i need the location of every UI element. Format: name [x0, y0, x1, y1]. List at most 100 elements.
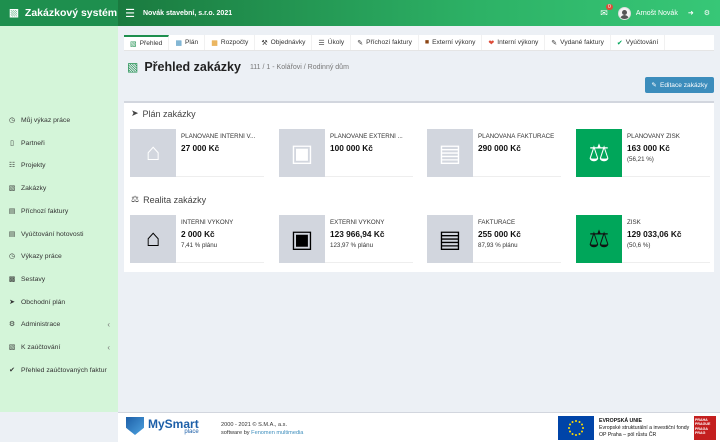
page-subtitle: 111 / 1 - Kolářovi / Rodinný dům	[249, 63, 349, 71]
reality-external-box: ▣ Externí výkony 123 966,94 Kč 123,97 % …	[279, 215, 413, 263]
cube-icon: ▧	[127, 60, 139, 74]
send-icon: ➤	[9, 299, 15, 306]
sidebar-item-business-plan[interactable]: ➤ Obchodní plán	[0, 295, 118, 309]
sidebar-item-label: Výkazy práce	[21, 252, 62, 260]
edit-order-button[interactable]: ✎ Editace zakázky	[645, 77, 714, 93]
sidebar-item-orders[interactable]: ▧ Zakázky	[0, 181, 118, 195]
avatar	[617, 6, 631, 20]
sidebar-item-label: Přehled zaúčtovaných faktur	[21, 366, 107, 374]
software-author-link[interactable]: Fenomen multimedia	[251, 430, 303, 436]
industry-icon: ▣	[279, 215, 325, 263]
tab-label: Vyúčtování	[625, 39, 659, 46]
tab-overview[interactable]: ▧ Přehled	[124, 35, 170, 50]
overview-panel: ➤ Plán zakázky ⌂ Plánované interní v... …	[124, 101, 714, 272]
tab-budgets[interactable]: ▦ Rozpočty	[205, 35, 256, 50]
user-name: Arnošt Novák	[635, 9, 678, 17]
logout-icon[interactable]: ➜	[688, 9, 694, 17]
id-card-icon: ▯	[10, 140, 14, 147]
sidebar-item-reports[interactable]: ▩ Sestavy	[0, 272, 118, 286]
sidebar-item-to-post[interactable]: ▧ K zaúčtování ‹	[0, 340, 118, 354]
plan-external-box: ▣ Plánované externí ... 100 000 Kč	[279, 129, 413, 177]
sidebar-item-work-reports[interactable]: ◷ Výkazy práce	[0, 249, 118, 263]
plan-invoicing-box: ▤ Plánovaná fakturace 290 000 Kč	[427, 129, 561, 177]
user-menu[interactable]: Arnošt Novák	[617, 6, 678, 20]
tab-label: Rozpočty	[220, 39, 249, 46]
sidebar-item-projects[interactable]: ☷ Projekty	[0, 158, 118, 172]
sidebar-item-cash-settlement[interactable]: ▤ Vyúčtování hotovosti	[0, 227, 118, 241]
notification-count: 0	[606, 3, 613, 10]
info-box-extra: 123,97 % plánu	[330, 242, 374, 249]
cube-icon: ▧	[8, 344, 16, 351]
balance-scale-icon: ⚖	[576, 129, 622, 177]
sidebar-item-partners[interactable]: ▯ Partneři	[0, 136, 118, 150]
calculator-icon: ▦	[211, 39, 218, 47]
balance-scale-icon: ⚖	[576, 215, 622, 263]
sidebar-item-administration[interactable]: ⚙ Administrace ‹	[0, 317, 118, 331]
info-box-label: Plánovaný zisk	[627, 133, 680, 140]
sidebar-item-incoming-invoices[interactable]: ▤ Příchozí faktury	[0, 204, 118, 218]
sidebar-item-label: Zakázky	[21, 184, 47, 192]
home-icon: ⌂	[130, 129, 176, 177]
menu-toggle-icon[interactable]: ☰	[120, 7, 140, 20]
gears-icon: ⚙	[8, 321, 16, 328]
tab-external-work[interactable]: ■ Externí výkony	[419, 35, 483, 50]
info-box-label: Zisk	[627, 219, 641, 226]
reality-section-title: ⚖ Realita zakázky	[131, 194, 206, 205]
page-title: Přehled zakázky	[144, 60, 241, 74]
tab-issued-invoices[interactable]: ✎ Vydané faktury	[545, 35, 611, 50]
file-text-icon: ▤	[427, 215, 473, 263]
sidebar-item-label: Obchodní plán	[21, 298, 66, 306]
tab-settlement[interactable]: ✔ Vyúčtování	[611, 35, 666, 50]
file-icon: ▤	[8, 208, 16, 215]
tab-label: Vydané faktury	[560, 39, 604, 46]
info-box-label: Plánovaná fakturace	[478, 133, 555, 140]
info-box-value: 100 000 Kč	[330, 143, 373, 153]
file-icon: ▤	[8, 231, 16, 238]
sidebar-item-label: Sestavy	[21, 275, 46, 283]
plan-section-title: ➤ Plán zakázky	[131, 108, 196, 119]
info-box-extra: 7,41 % plánu	[181, 242, 218, 249]
home-icon: ⌂	[130, 215, 176, 263]
info-box-value: 123 966,94 Kč	[330, 229, 385, 239]
reality-invoicing-box: ▤ Fakturace 255 000 Kč 87,93 % plánu	[427, 215, 561, 263]
tab-tasks[interactable]: ☰ Úkoly	[312, 35, 352, 50]
info-box-value: 27 000 Kč	[181, 143, 220, 153]
tab-incoming-invoices[interactable]: ✎ Příchozí faktury	[351, 35, 419, 50]
cube-icon: ▧	[130, 40, 137, 48]
sidebar-item-label: Můj výkaz práce	[21, 116, 71, 124]
balance-scale-icon: ⚖	[131, 194, 140, 204]
gears-icon[interactable]: ⚙	[704, 9, 710, 17]
app-logo[interactable]: ▧ Zakázkový systém	[0, 0, 118, 26]
sidebar-item-posted-invoices[interactable]: ✔ Přehled zaúčtovaných faktur	[0, 363, 118, 377]
tab-label: Externí výkony	[432, 39, 476, 46]
sidebar-item-label: Projekty	[21, 161, 46, 169]
tasks-icon: ☰	[318, 39, 325, 47]
tab-plan[interactable]: ▦ Plán	[169, 35, 206, 50]
tab-label: Příchozí faktury	[366, 39, 412, 46]
notifications-button[interactable]: ✉ 0	[600, 3, 613, 19]
sidebar-item-label: Partneři	[21, 139, 45, 147]
section-title-text: Plán zakázky	[142, 108, 196, 119]
sidebar-item-label: Vyúčtování hotovosti	[21, 230, 84, 238]
company-name: Novák stavební, s.r.o. 2021	[143, 9, 233, 17]
tab-label: Přehled	[139, 40, 163, 47]
box-icon: ■	[424, 39, 430, 46]
sitemap-icon: ☷	[8, 162, 16, 169]
sidebar-item-label: K zaúčtování	[21, 343, 61, 351]
mysmart-logo[interactable]: MySmart place	[126, 417, 199, 435]
top-navbar: ☰ Novák stavební, s.r.o. 2021 ✉ 0 Arnošt…	[118, 0, 720, 26]
tab-label: Plán	[184, 39, 199, 46]
eu-flag-icon	[558, 416, 594, 440]
reality-internal-box: ⌂ Interní výkony 2 000 Kč 7,41 % plánu	[130, 215, 264, 263]
mysmart-logo-icon	[126, 417, 144, 435]
file-text-icon: ▤	[427, 129, 473, 177]
gavel-icon: ⚒	[261, 39, 268, 47]
pencil-icon: ✎	[551, 39, 558, 47]
pencil-icon: ✎	[357, 39, 364, 47]
tab-orders[interactable]: ⚒ Objednávky	[255, 35, 313, 50]
sidebar-item-my-work[interactable]: ◷ Můj výkaz práce	[0, 113, 118, 127]
tab-internal-work[interactable]: ❤ Interní výkony	[482, 35, 546, 50]
copyright-text: 2000 - 2021 © S.M.A., a.s.	[221, 422, 287, 428]
praha-logo: PRAHA PRAGUE PRAGA PRAG	[694, 416, 716, 440]
send-icon: ➤	[131, 108, 139, 118]
